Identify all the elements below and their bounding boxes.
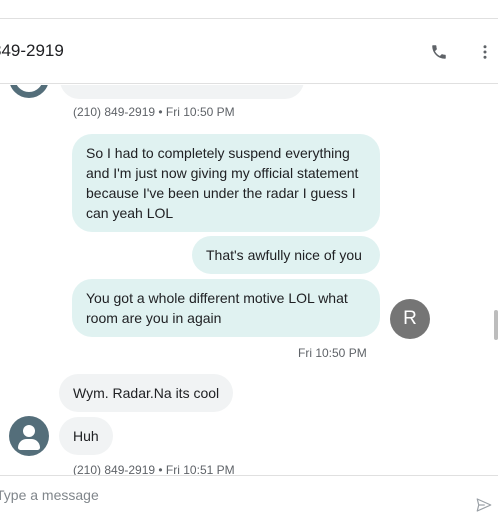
- self-avatar: R: [390, 299, 430, 339]
- thread-scrollbar[interactable]: [494, 310, 498, 340]
- outgoing-message: So I had to completely suspend everythin…: [72, 134, 380, 232]
- send-icon: [476, 498, 492, 512]
- conversation-title: 849-2919: [0, 41, 64, 60]
- conversation-header: 849-2919: [0, 19, 498, 84]
- incoming-message-partial: [60, 85, 304, 99]
- more-vert-icon: [483, 45, 487, 59]
- call-button[interactable]: [425, 38, 453, 66]
- message-thread[interactable]: (210) 849-2919 • Fri 10:50 PM So I had t…: [0, 85, 498, 475]
- person-icon: [23, 425, 35, 437]
- incoming-message: Huh: [59, 417, 113, 455]
- contact-avatar[interactable]: [9, 416, 49, 456]
- send-button[interactable]: [472, 493, 496, 513]
- message-timestamp: Fri 10:50 PM: [298, 346, 367, 360]
- message-composer: [0, 475, 498, 513]
- outgoing-message: That's awfully nice of you: [192, 236, 380, 274]
- outgoing-message: You got a whole different motive LOL wha…: [72, 279, 380, 337]
- more-options-button[interactable]: [471, 38, 498, 66]
- incoming-message: Wym. Radar.Na its cool: [59, 374, 234, 412]
- self-avatar-letter: R: [403, 308, 417, 329]
- person-icon-body: [18, 439, 40, 450]
- top-strip: [0, 0, 498, 19]
- contact-avatar-partial: [9, 85, 49, 98]
- phone-icon: [432, 45, 446, 59]
- message-timestamp: (210) 849-2919 • Fri 10:50 PM: [73, 105, 235, 119]
- message-input[interactable]: [0, 484, 456, 506]
- message-timestamp: (210) 849-2919 • Fri 10:51 PM: [73, 463, 235, 475]
